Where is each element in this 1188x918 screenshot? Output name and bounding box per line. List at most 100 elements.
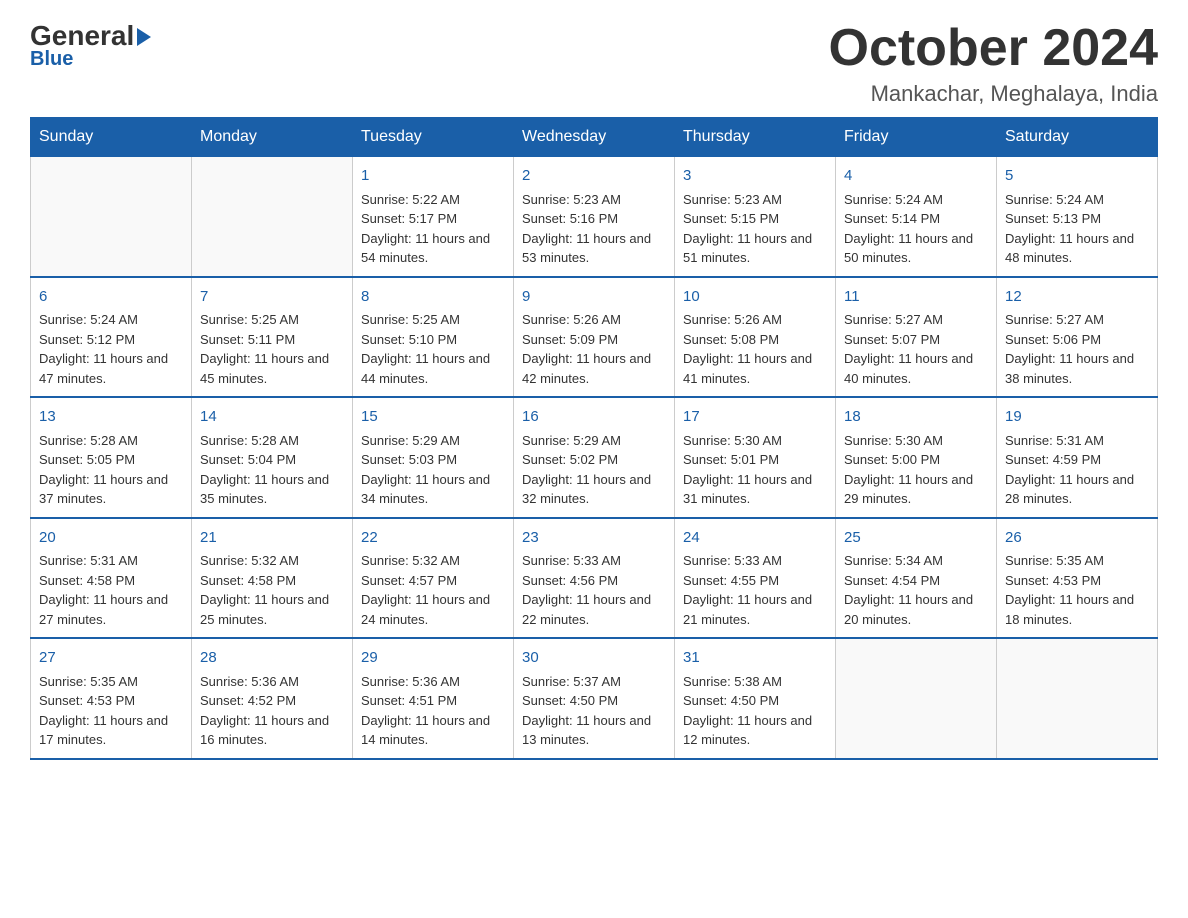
calendar-cell: 23Sunrise: 5:33 AMSunset: 4:56 PMDayligh…	[514, 518, 675, 639]
logo: General Blue	[30, 20, 151, 71]
calendar-cell: 15Sunrise: 5:29 AMSunset: 5:03 PMDayligh…	[353, 397, 514, 518]
day-info: Sunrise: 5:29 AMSunset: 5:02 PMDaylight:…	[522, 431, 666, 509]
calendar-cell: 29Sunrise: 5:36 AMSunset: 4:51 PMDayligh…	[353, 638, 514, 759]
calendar-cell: 22Sunrise: 5:32 AMSunset: 4:57 PMDayligh…	[353, 518, 514, 639]
calendar-cell: 19Sunrise: 5:31 AMSunset: 4:59 PMDayligh…	[997, 397, 1158, 518]
day-info: Sunrise: 5:29 AMSunset: 5:03 PMDaylight:…	[361, 431, 505, 509]
calendar-cell: 27Sunrise: 5:35 AMSunset: 4:53 PMDayligh…	[31, 638, 192, 759]
day-info: Sunrise: 5:25 AMSunset: 5:10 PMDaylight:…	[361, 310, 505, 388]
day-info: Sunrise: 5:27 AMSunset: 5:07 PMDaylight:…	[844, 310, 988, 388]
day-info: Sunrise: 5:24 AMSunset: 5:12 PMDaylight:…	[39, 310, 183, 388]
calendar-cell	[31, 157, 192, 277]
day-number: 13	[39, 406, 183, 429]
calendar-cell: 13Sunrise: 5:28 AMSunset: 5:05 PMDayligh…	[31, 397, 192, 518]
day-info: Sunrise: 5:31 AMSunset: 4:58 PMDaylight:…	[39, 551, 183, 629]
calendar-cell: 21Sunrise: 5:32 AMSunset: 4:58 PMDayligh…	[192, 518, 353, 639]
day-number: 5	[1005, 165, 1149, 188]
day-number: 28	[200, 647, 344, 670]
calendar-header-monday: Monday	[192, 118, 353, 157]
calendar-cell: 5Sunrise: 5:24 AMSunset: 5:13 PMDaylight…	[997, 157, 1158, 277]
logo-arrow-icon	[137, 28, 151, 46]
day-number: 3	[683, 165, 827, 188]
calendar-week-3: 13Sunrise: 5:28 AMSunset: 5:05 PMDayligh…	[31, 397, 1158, 518]
calendar-cell: 16Sunrise: 5:29 AMSunset: 5:02 PMDayligh…	[514, 397, 675, 518]
calendar-header-tuesday: Tuesday	[353, 118, 514, 157]
day-number: 2	[522, 165, 666, 188]
calendar-table: SundayMondayTuesdayWednesdayThursdayFrid…	[30, 117, 1158, 760]
day-info: Sunrise: 5:30 AMSunset: 5:01 PMDaylight:…	[683, 431, 827, 509]
day-info: Sunrise: 5:34 AMSunset: 4:54 PMDaylight:…	[844, 551, 988, 629]
calendar-cell: 18Sunrise: 5:30 AMSunset: 5:00 PMDayligh…	[836, 397, 997, 518]
day-number: 23	[522, 527, 666, 550]
calendar-cell: 14Sunrise: 5:28 AMSunset: 5:04 PMDayligh…	[192, 397, 353, 518]
day-info: Sunrise: 5:22 AMSunset: 5:17 PMDaylight:…	[361, 190, 505, 268]
day-info: Sunrise: 5:33 AMSunset: 4:56 PMDaylight:…	[522, 551, 666, 629]
day-info: Sunrise: 5:23 AMSunset: 5:16 PMDaylight:…	[522, 190, 666, 268]
day-number: 20	[39, 527, 183, 550]
day-info: Sunrise: 5:28 AMSunset: 5:04 PMDaylight:…	[200, 431, 344, 509]
calendar-week-4: 20Sunrise: 5:31 AMSunset: 4:58 PMDayligh…	[31, 518, 1158, 639]
day-number: 30	[522, 647, 666, 670]
day-info: Sunrise: 5:24 AMSunset: 5:14 PMDaylight:…	[844, 190, 988, 268]
location-title: Mankachar, Meghalaya, India	[829, 81, 1159, 107]
calendar-week-1: 1Sunrise: 5:22 AMSunset: 5:17 PMDaylight…	[31, 157, 1158, 277]
day-info: Sunrise: 5:27 AMSunset: 5:06 PMDaylight:…	[1005, 310, 1149, 388]
calendar-cell: 7Sunrise: 5:25 AMSunset: 5:11 PMDaylight…	[192, 277, 353, 398]
day-info: Sunrise: 5:28 AMSunset: 5:05 PMDaylight:…	[39, 431, 183, 509]
calendar-cell: 3Sunrise: 5:23 AMSunset: 5:15 PMDaylight…	[675, 157, 836, 277]
calendar-cell: 26Sunrise: 5:35 AMSunset: 4:53 PMDayligh…	[997, 518, 1158, 639]
calendar-cell: 12Sunrise: 5:27 AMSunset: 5:06 PMDayligh…	[997, 277, 1158, 398]
day-number: 21	[200, 527, 344, 550]
day-number: 16	[522, 406, 666, 429]
day-info: Sunrise: 5:33 AMSunset: 4:55 PMDaylight:…	[683, 551, 827, 629]
day-info: Sunrise: 5:31 AMSunset: 4:59 PMDaylight:…	[1005, 431, 1149, 509]
calendar-cell: 30Sunrise: 5:37 AMSunset: 4:50 PMDayligh…	[514, 638, 675, 759]
day-info: Sunrise: 5:26 AMSunset: 5:09 PMDaylight:…	[522, 310, 666, 388]
day-number: 29	[361, 647, 505, 670]
day-number: 19	[1005, 406, 1149, 429]
day-number: 7	[200, 286, 344, 309]
page-header: General Blue October 2024 Mankachar, Meg…	[30, 20, 1158, 107]
calendar-cell: 10Sunrise: 5:26 AMSunset: 5:08 PMDayligh…	[675, 277, 836, 398]
day-info: Sunrise: 5:36 AMSunset: 4:52 PMDaylight:…	[200, 672, 344, 750]
month-title: October 2024	[829, 20, 1159, 77]
day-number: 8	[361, 286, 505, 309]
day-number: 26	[1005, 527, 1149, 550]
calendar-cell: 24Sunrise: 5:33 AMSunset: 4:55 PMDayligh…	[675, 518, 836, 639]
calendar-cell: 4Sunrise: 5:24 AMSunset: 5:14 PMDaylight…	[836, 157, 997, 277]
day-info: Sunrise: 5:26 AMSunset: 5:08 PMDaylight:…	[683, 310, 827, 388]
calendar-week-2: 6Sunrise: 5:24 AMSunset: 5:12 PMDaylight…	[31, 277, 1158, 398]
calendar-cell: 17Sunrise: 5:30 AMSunset: 5:01 PMDayligh…	[675, 397, 836, 518]
day-number: 24	[683, 527, 827, 550]
day-number: 9	[522, 286, 666, 309]
calendar-header-wednesday: Wednesday	[514, 118, 675, 157]
calendar-header-saturday: Saturday	[997, 118, 1158, 157]
calendar-cell: 2Sunrise: 5:23 AMSunset: 5:16 PMDaylight…	[514, 157, 675, 277]
day-number: 10	[683, 286, 827, 309]
calendar-cell: 20Sunrise: 5:31 AMSunset: 4:58 PMDayligh…	[31, 518, 192, 639]
day-number: 17	[683, 406, 827, 429]
calendar-header-row: SundayMondayTuesdayWednesdayThursdayFrid…	[31, 118, 1158, 157]
calendar-cell	[836, 638, 997, 759]
day-number: 15	[361, 406, 505, 429]
calendar-cell: 1Sunrise: 5:22 AMSunset: 5:17 PMDaylight…	[353, 157, 514, 277]
day-number: 25	[844, 527, 988, 550]
day-info: Sunrise: 5:30 AMSunset: 5:00 PMDaylight:…	[844, 431, 988, 509]
calendar-cell: 25Sunrise: 5:34 AMSunset: 4:54 PMDayligh…	[836, 518, 997, 639]
day-info: Sunrise: 5:37 AMSunset: 4:50 PMDaylight:…	[522, 672, 666, 750]
calendar-cell	[997, 638, 1158, 759]
day-number: 1	[361, 165, 505, 188]
calendar-cell: 8Sunrise: 5:25 AMSunset: 5:10 PMDaylight…	[353, 277, 514, 398]
day-info: Sunrise: 5:38 AMSunset: 4:50 PMDaylight:…	[683, 672, 827, 750]
day-info: Sunrise: 5:32 AMSunset: 4:58 PMDaylight:…	[200, 551, 344, 629]
day-info: Sunrise: 5:35 AMSunset: 4:53 PMDaylight:…	[39, 672, 183, 750]
day-info: Sunrise: 5:24 AMSunset: 5:13 PMDaylight:…	[1005, 190, 1149, 268]
calendar-cell: 28Sunrise: 5:36 AMSunset: 4:52 PMDayligh…	[192, 638, 353, 759]
calendar-cell	[192, 157, 353, 277]
calendar-header-friday: Friday	[836, 118, 997, 157]
day-info: Sunrise: 5:32 AMSunset: 4:57 PMDaylight:…	[361, 551, 505, 629]
day-info: Sunrise: 5:36 AMSunset: 4:51 PMDaylight:…	[361, 672, 505, 750]
day-info: Sunrise: 5:25 AMSunset: 5:11 PMDaylight:…	[200, 310, 344, 388]
day-info: Sunrise: 5:23 AMSunset: 5:15 PMDaylight:…	[683, 190, 827, 268]
calendar-week-5: 27Sunrise: 5:35 AMSunset: 4:53 PMDayligh…	[31, 638, 1158, 759]
